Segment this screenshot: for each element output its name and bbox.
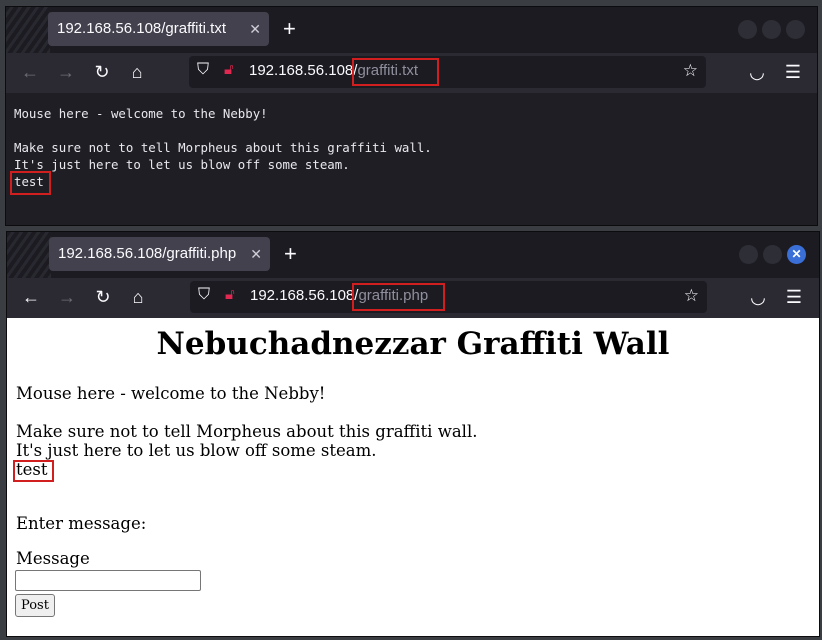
url-path-highlight <box>352 58 439 86</box>
close-icon[interactable]: ✕ <box>250 237 262 271</box>
star-icon[interactable]: ☆ <box>683 61 698 81</box>
star-icon[interactable]: ☆ <box>684 286 699 306</box>
browser-window-php: 192.168.56.108/graffiti.php ✕ + ✕ ← → ↻ … <box>6 231 820 637</box>
tab-graffiti-txt[interactable]: 192.168.56.108/graffiti.txt ✕ <box>48 12 269 46</box>
arrow-left-icon[interactable]: ← <box>19 61 41 83</box>
insecure-lock-icon[interactable]: 🔓︎ <box>224 61 234 78</box>
minimize-button[interactable] <box>739 245 758 264</box>
text-line: Make sure not to tell Morpheus about thi… <box>16 422 478 441</box>
home-icon[interactable]: ⌂ <box>127 286 149 308</box>
post-button[interactable]: Post <box>15 594 55 617</box>
browser-window-txt: 192.168.56.108/graffiti.txt ✕ + ← → ↻ ⌂ … <box>5 6 818 226</box>
text-line: Make sure not to tell Morpheus about thi… <box>14 140 432 155</box>
arrow-right-icon[interactable]: → <box>56 286 78 308</box>
shield-icon[interactable]: ⛉ <box>198 286 210 304</box>
window-close-button[interactable] <box>786 20 805 39</box>
page-content-txt: Mouse here - welcome to the Nebby! Make … <box>6 93 817 225</box>
message-input[interactable] <box>15 570 201 591</box>
pocket-icon[interactable]: ◡ <box>746 61 768 83</box>
shield-icon[interactable]: ⛉ <box>197 61 209 79</box>
tab-graffiti-php[interactable]: 192.168.56.108/graffiti.php ✕ <box>49 237 270 271</box>
text-line: Mouse here - welcome to the Nebby! <box>14 106 268 121</box>
text-line: It's just here to let us blow off some s… <box>16 441 377 460</box>
page-content-php: Nebuchadnezzar Graffiti Wall Mouse here … <box>7 318 819 636</box>
hamburger-menu-icon[interactable]: ☰ <box>783 286 805 308</box>
url-bar[interactable]: ⛉ 🔓︎ 192.168.56.108/graffiti.txt ☆ <box>189 56 706 88</box>
plus-icon[interactable]: + <box>284 239 297 269</box>
tab-bar: 192.168.56.108/graffiti.txt ✕ + <box>6 7 817 53</box>
minimize-button[interactable] <box>738 20 757 39</box>
reload-icon[interactable]: ↻ <box>91 61 113 83</box>
close-icon[interactable]: ✕ <box>249 12 261 46</box>
window-close-button[interactable]: ✕ <box>787 245 806 264</box>
enter-message-label: Enter message: <box>16 514 147 533</box>
reload-icon[interactable]: ↻ <box>92 286 114 308</box>
tab-title: 192.168.56.108/graffiti.php <box>58 245 237 262</box>
insecure-lock-icon[interactable]: 🔓︎ <box>225 286 235 303</box>
url-bar[interactable]: ⛉ 🔓︎ 192.168.56.108/graffiti.php ☆ <box>190 281 707 313</box>
hamburger-menu-icon[interactable]: ☰ <box>782 61 804 83</box>
tab-title: 192.168.56.108/graffiti.txt <box>57 20 227 37</box>
arrow-left-icon[interactable]: ← <box>20 286 42 308</box>
message-label: Message <box>16 549 90 568</box>
plus-icon[interactable]: + <box>283 14 296 44</box>
pocket-icon[interactable]: ◡ <box>747 286 769 308</box>
maximize-button[interactable] <box>762 20 781 39</box>
arrow-right-icon[interactable]: → <box>55 61 77 83</box>
test-highlight <box>10 171 51 195</box>
url-path-highlight <box>352 283 445 311</box>
maximize-button[interactable] <box>763 245 782 264</box>
test-highlight <box>13 460 54 482</box>
page-title: Nebuchadnezzar Graffiti Wall <box>156 326 670 362</box>
tab-bar: 192.168.56.108/graffiti.php ✕ + ✕ <box>7 232 819 278</box>
text-line: It's just here to let us blow off some s… <box>14 157 350 172</box>
text-line: Mouse here - welcome to the Nebby! <box>16 384 326 403</box>
home-icon[interactable]: ⌂ <box>126 61 148 83</box>
